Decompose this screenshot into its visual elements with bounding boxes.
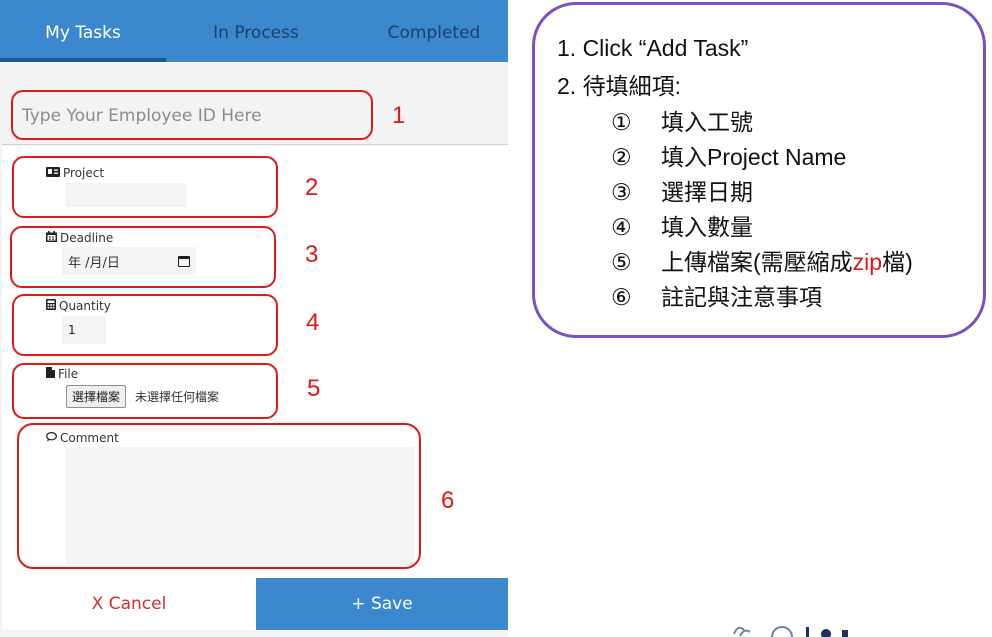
substep-5-number: ⑤ [611,249,632,275]
substep-1-number: ① [611,109,632,135]
tab-completed[interactable]: Completed [346,0,522,62]
substep-6-text: 註記與注意事項 [661,284,822,310]
substep-6-number: ⑥ [611,284,632,310]
cancel-button[interactable]: X Cancel [2,578,256,630]
substep-4-number: ④ [611,214,632,240]
annotation-number-5: 5 [307,375,321,402]
tab-in-process[interactable]: In Process [172,0,340,62]
annotation-number-4: 4 [306,309,320,336]
substep-2-number: ② [611,144,632,170]
substep-3-number: ③ [611,179,632,205]
substep-2: ② 填入Project Name [611,138,846,172]
substep-5-text-end: 檔) [882,249,913,275]
annotation-box-3 [10,226,276,288]
substep-6: ⑥ 註記與注意事項 [611,278,822,312]
annotation-number-2: 2 [305,174,319,201]
tab-my-tasks[interactable]: My Tasks [0,0,166,62]
substep-5-text: 上傳檔案(需壓縮成 [661,249,853,275]
annotation-number-6: 6 [441,487,455,514]
substep-1-text: 填入工號 [661,109,753,135]
active-tab-indicator [0,58,166,62]
instruction-step-1: 1. Click “Add Task” [557,35,749,61]
instructions-callout: 1. Click “Add Task” 2. 待填細項: ① 填入工號 ② 填入Pr… [532,2,986,338]
instruction-step-2: 2. 待填細項: [557,73,681,99]
annotation-number-1: 1 [392,102,406,129]
annotation-box-6 [17,423,421,569]
annotation-box-1 [11,90,373,140]
substep-1: ① 填入工號 [611,103,753,137]
cropped-logo [728,622,928,637]
annotation-box-5 [12,363,278,419]
substep-3-text: 選擇日期 [661,179,753,205]
substep-2-text: 填入Project Name [661,144,847,170]
substep-4: ④ 填入數量 [611,208,753,242]
annotation-number-3: 3 [305,241,319,268]
substep-4-text: 填入數量 [661,214,753,240]
tab-bar: My Tasks In Process Completed [0,0,508,62]
save-button[interactable]: + Save [256,578,508,630]
substep-5-highlight: zip [852,249,883,275]
annotation-box-2 [12,156,278,218]
substep-3: ③ 選擇日期 [611,173,753,207]
annotation-box-4 [12,294,278,356]
substep-5: ⑤ 上傳檔案(需壓縮成zip檔) [611,243,913,277]
